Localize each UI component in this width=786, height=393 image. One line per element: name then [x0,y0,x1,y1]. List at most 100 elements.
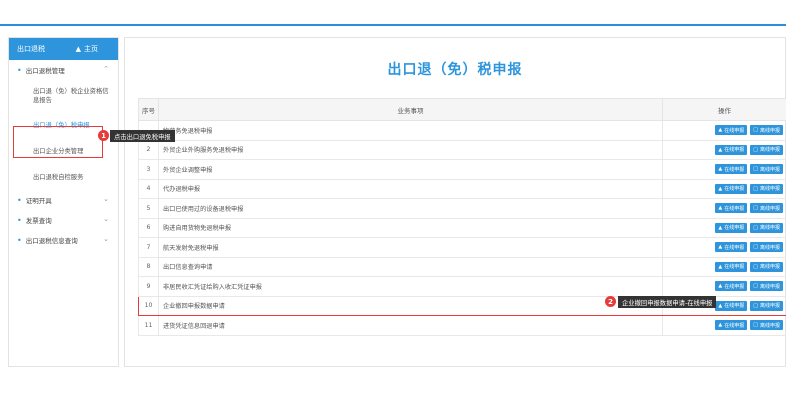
sidebar-group-invoice-query[interactable]: • 发票查询 ⌄ [9,210,118,230]
table-row: 物劳务免退税申报 ▲ 在线申报 □ 离线申报 [138,120,786,141]
online-declare-button[interactable]: ▲ 在线申报 [715,300,748,311]
offline-declare-button[interactable]: □ 离线申报 [750,203,783,214]
offline-declare-button[interactable]: □ 离线申报 [750,183,783,194]
online-declare-button[interactable]: ▲ 在线申报 [715,222,748,233]
row-item-name: 进货凭证信息回退申请 [158,315,663,336]
button-label: 离线申报 [759,303,780,310]
row-number: 4 [138,178,159,199]
offline-declare-button[interactable]: □ 离线申报 [750,144,783,155]
row-actions: ▲ 在线申报 □ 离线申报 [662,315,786,336]
offline-declare-button[interactable]: □ 离线申报 [750,261,783,272]
sidebar-item-self-check[interactable]: 出口退税自检服务 [9,164,118,190]
sidebar-group-certificates[interactable]: • 证明开具 ⌄ [9,190,118,210]
monitor-icon: □ [753,263,758,270]
offline-declare-button[interactable]: □ 离线申报 [750,164,783,175]
monitor-icon: □ [753,224,758,231]
button-label: 离线申报 [759,264,780,271]
sidebar-group-export-tax[interactable]: • 出口退税管理 ⌃ [9,60,118,80]
row-item-name: 外贸企业调整申报 [158,159,663,180]
online-declare-button[interactable]: ▲ 在线申报 [715,203,748,214]
table-row: 7 航天发射免退税申报 ▲ 在线申报 □ 离线申报 [138,237,786,258]
offline-declare-button[interactable]: □ 离线申报 [750,222,783,233]
row-item-name: 出口信息查询申请 [158,256,663,277]
group-label: 证明开具 [25,197,52,205]
online-declare-button[interactable]: ▲ 在线申报 [715,125,748,136]
sidebar-item-qualification-report[interactable]: 出口退（免）税企业资格信息报告 [9,80,118,112]
online-declare-button[interactable]: ▲ 在线申报 [715,183,748,194]
sidebar: 出口退税 ▲ 主页 • 出口退税管理 ⌃ 出口退（免）税企业资格信息报告 出口退… [8,37,119,367]
button-label: 在线申报 [724,205,745,212]
upload-icon: ▲ [718,263,723,270]
row-number: 5 [138,198,159,219]
row-actions: ▲ 在线申报 □ 离线申报 [662,237,786,258]
bullet-icon: • [17,235,22,245]
row-item-name: 企业撤回申报数据申请 [158,295,663,316]
row-item-name: 外贸企业外购服务免退税申报 [158,139,663,160]
sidebar-title: 出口退税 [17,45,45,53]
chevron-up-icon: ⌃ [103,65,109,73]
button-label: 离线申报 [759,186,780,193]
online-declare-button[interactable]: ▲ 在线申报 [715,281,748,292]
table-row: 11 进货凭证信息回退申请 ▲ 在线申报 □ 离线申报 [138,315,786,336]
online-declare-button[interactable]: ▲ 在线申报 [715,242,748,253]
offline-declare-button[interactable]: □ 离线申报 [750,125,783,136]
button-label: 离线申报 [759,205,780,212]
table-row: 6 购进自用货物免退税申报 ▲ 在线申报 □ 离线申报 [138,217,786,238]
offline-declare-button[interactable]: □ 离线申报 [750,281,783,292]
chevron-down-icon: ⌄ [103,195,109,203]
button-label: 离线申报 [759,147,780,154]
page-title: 出口退（免）税申报 [387,62,523,78]
home-link[interactable]: ▲ 主页 [76,44,98,54]
table-row: 4 代办退税申报 ▲ 在线申报 □ 离线申报 [138,178,786,199]
row-actions: ▲ 在线申报 □ 离线申报 [662,276,786,297]
sidebar-group-info-query[interactable]: • 出口退税信息查询 ⌄ [9,230,118,250]
upload-icon: ▲ [718,224,723,231]
upload-icon: ▲ [718,166,723,173]
bullet-icon: • [17,215,22,225]
button-label: 在线申报 [724,186,745,193]
row-actions: ▲ 在线申报 □ 离线申报 [662,178,786,199]
monitor-icon: □ [753,146,758,153]
button-label: 在线申报 [724,283,745,290]
monitor-icon: □ [753,244,758,251]
group-label: 出口退税信息查询 [25,237,78,245]
upload-icon: ▲ [718,283,723,290]
tooltip-step-1: 点击出口退免税申报 [110,130,175,142]
online-declare-button[interactable]: ▲ 在线申报 [715,164,748,175]
row-actions: ▲ 在线申报 □ 离线申报 [662,217,786,238]
row-number: 11 [138,315,159,336]
column-header-number: 序号 [138,98,159,121]
button-label: 在线申报 [724,127,745,134]
monitor-icon: □ [753,166,758,173]
chevron-down-icon: ⌄ [103,235,109,243]
row-number: 10 [138,295,159,316]
row-item-name: 航天发射免退税申报 [158,237,663,258]
offline-declare-button[interactable]: □ 离线申报 [750,320,783,331]
upload-icon: ▲ [718,302,723,309]
highlight-box-sidebar [13,126,103,158]
upload-icon: ▲ [718,146,723,153]
row-actions: ▲ 在线申报 □ 离线申报 [662,139,786,160]
button-label: 离线申报 [759,283,780,290]
offline-declare-button[interactable]: □ 离线申报 [750,242,783,253]
row-number: 8 [138,256,159,277]
group-label: 出口退税管理 [25,67,65,75]
online-declare-button[interactable]: ▲ 在线申报 [715,144,748,155]
online-declare-button[interactable]: ▲ 在线申报 [715,261,748,272]
bullet-icon: • [17,195,22,205]
row-item-name: 物劳务免退税申报 [158,120,663,141]
sidebar-header: 出口退税 ▲ 主页 [9,38,118,60]
home-icon: ▲ [75,45,81,53]
online-declare-button[interactable]: ▲ 在线申报 [715,320,748,331]
upload-icon: ▲ [718,322,723,329]
button-label: 在线申报 [724,244,745,251]
row-number: 7 [138,237,159,258]
row-actions: ▲ 在线申报 □ 离线申报 [662,198,786,219]
row-number: 9 [138,276,159,297]
offline-declare-button[interactable]: □ 离线申报 [750,300,783,311]
upload-icon: ▲ [718,244,723,251]
step-badge-1: 1 [98,130,109,141]
monitor-icon: □ [753,322,758,329]
row-number: 3 [138,159,159,180]
column-header-actions: 操作 [662,98,786,121]
